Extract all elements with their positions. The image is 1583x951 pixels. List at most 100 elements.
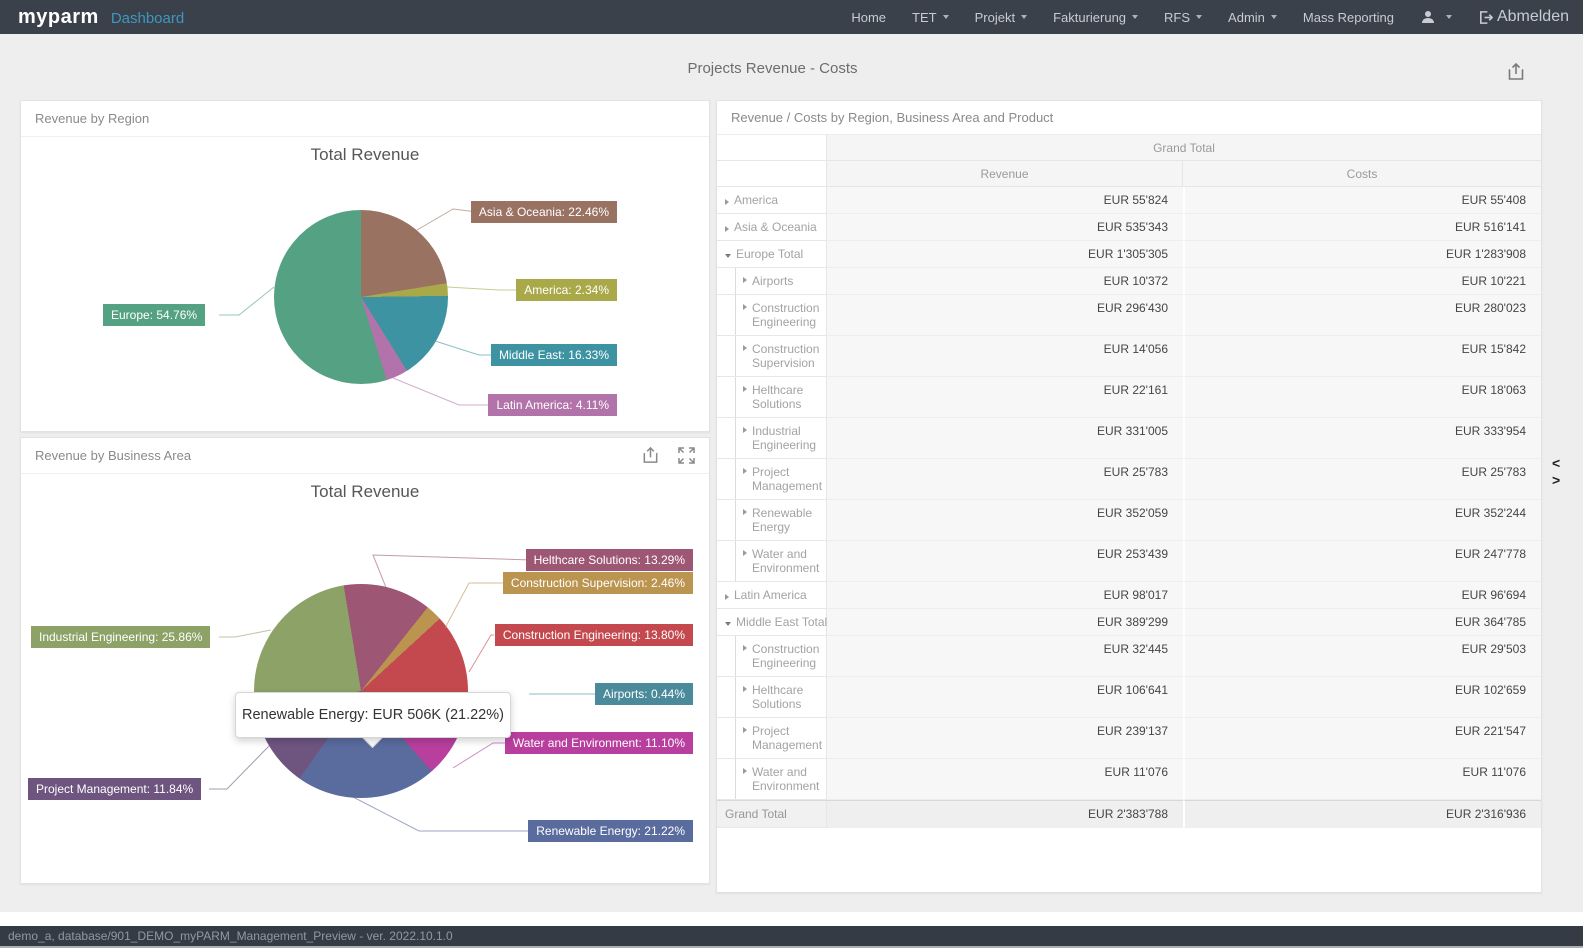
revenue-value: EUR 32'445 — [827, 636, 1183, 677]
page-export-icon[interactable] — [1506, 62, 1526, 82]
row-label-cell[interactable]: Water and Environment — [717, 541, 827, 582]
row-label-cell[interactable]: Renewable Energy — [717, 500, 827, 541]
row-label: Project Management — [752, 724, 824, 752]
row-label: Water and Environment — [752, 547, 824, 575]
slide-prev-chevron[interactable]: < — [1552, 456, 1560, 470]
table-row: Water and EnvironmentEUR 11'076EUR 11'07… — [717, 759, 1541, 800]
costs-value: EUR 55'408 — [1183, 187, 1541, 214]
table-row: Latin AmericaEUR 98'017EUR 96'694 — [717, 582, 1541, 609]
expand-icon[interactable] — [743, 727, 747, 733]
costs-value: EUR 364'785 — [1183, 609, 1541, 636]
row-label: Helthcare Solutions — [752, 383, 824, 411]
nav-item-projekt[interactable]: Projekt — [975, 10, 1027, 25]
row-label-cell[interactable]: Latin America — [717, 582, 827, 609]
costs-value: EUR 96'694 — [1183, 582, 1541, 609]
row-label-cell[interactable]: Project Management — [717, 718, 827, 759]
expand-icon[interactable] — [743, 550, 747, 556]
table-row: Renewable EnergyEUR 352'059EUR 352'244 — [717, 500, 1541, 541]
pie-slice-label: America: 2.34% — [516, 279, 617, 301]
collapse-icon[interactable] — [725, 622, 731, 626]
collapse-icon[interactable] — [725, 254, 731, 258]
nav-item-label: TET — [912, 10, 937, 25]
nav-item-rfs[interactable]: RFS — [1164, 10, 1202, 25]
logo-parm: parm — [48, 6, 99, 29]
row-label-cell[interactable]: Construction Engineering — [717, 295, 827, 336]
expand-icon[interactable] — [725, 199, 729, 205]
pie-slice-label: Water and Environment: 11.10% — [505, 732, 693, 754]
expand-icon[interactable] — [725, 226, 729, 232]
logout-button[interactable]: Abmelden — [1478, 8, 1569, 26]
expand-icon[interactable] — [725, 594, 729, 600]
row-label-cell[interactable]: Helthcare Solutions — [717, 377, 827, 418]
row-label-cell[interactable]: Airports — [717, 268, 827, 295]
nav-items: Home TET Projekt Fakturierung RFS Admin Mass R… — [851, 8, 1569, 26]
row-label-cell[interactable]: Water and Environment — [717, 759, 827, 800]
nav-item-label: Home — [851, 10, 886, 25]
expand-icon[interactable] — [743, 277, 747, 283]
slide-next-chevron[interactable]: > — [1552, 473, 1560, 487]
costs-value: EUR 221'547 — [1183, 718, 1541, 759]
row-label-cell: Grand Total — [717, 800, 827, 828]
logout-icon — [1478, 10, 1493, 25]
row-label-cell[interactable]: Construction Engineering — [717, 636, 827, 677]
status-bar: demo_a, database/901_DEMO_myPARM_Managem… — [0, 926, 1583, 946]
row-label-cell[interactable]: Asia & Oceania — [717, 214, 827, 241]
row-label: Helthcare Solutions — [752, 683, 824, 711]
row-label-cell[interactable]: Middle East Total — [717, 609, 827, 636]
revenue-value: EUR 22'161 — [827, 377, 1183, 418]
revenue-value: EUR 25'783 — [827, 459, 1183, 500]
costs-value: EUR 516'141 — [1183, 214, 1541, 241]
expand-icon[interactable] — [743, 686, 747, 692]
nav-item-label: Projekt — [975, 10, 1015, 25]
costs-value: EUR 2'316'936 — [1183, 800, 1541, 828]
nav-item-home[interactable]: Home — [851, 10, 886, 25]
panel-revenue-by-business-area: Revenue by Business Area Total Revenue H… — [20, 437, 710, 884]
table-row: Asia & OceaniaEUR 535'343EUR 516'141 — [717, 214, 1541, 241]
costs-value: EUR 29'503 — [1183, 636, 1541, 677]
row-label: Industrial Engineering — [752, 424, 824, 452]
nav-item-tet[interactable]: TET — [912, 10, 949, 25]
row-label: Construction Engineering — [752, 642, 824, 670]
panel-revenue-costs-table: Revenue / Costs by Region, Business Area… — [716, 100, 1542, 893]
table-title: Revenue / Costs by Region, Business Area… — [717, 101, 1541, 135]
costs-value: EUR 10'221 — [1183, 268, 1541, 295]
revenue-value: EUR 11'076 — [827, 759, 1183, 800]
costs-value: EUR 352'244 — [1183, 500, 1541, 541]
pie-slice-label: Europe: 54.76% — [103, 304, 205, 326]
row-label-cell[interactable]: Construction Supervision — [717, 336, 827, 377]
table-row: Construction SupervisionEUR 14'056EUR 15… — [717, 336, 1541, 377]
nav-item-mass-reporting[interactable]: Mass Reporting — [1303, 10, 1394, 25]
nav-item-admin[interactable]: Admin — [1228, 10, 1277, 25]
expand-icon[interactable] — [743, 509, 747, 515]
costs-value: EUR 280'023 — [1183, 295, 1541, 336]
row-label-cell[interactable]: Project Management — [717, 459, 827, 500]
pie-1[interactable] — [254, 584, 468, 798]
row-label-cell[interactable]: Europe Total — [717, 241, 827, 268]
row-label: Middle East Total — [736, 615, 827, 629]
expand-icon[interactable] — [743, 345, 747, 351]
row-label: Water and Environment — [752, 765, 824, 793]
costs-value: EUR 25'783 — [1183, 459, 1541, 500]
user-menu[interactable] — [1420, 9, 1452, 25]
page-titlebar: Projects Revenue - Costs — [0, 60, 1545, 78]
row-label-cell[interactable]: America — [717, 187, 827, 214]
costs-value: EUR 333'954 — [1183, 418, 1541, 459]
panel-revenue-by-region: Revenue by Region Total Revenue Asia & O… — [20, 100, 710, 432]
table-col-costs: Costs — [1183, 161, 1541, 187]
page-title: Projects Revenue - Costs — [687, 60, 857, 77]
row-label-cell[interactable]: Helthcare Solutions — [717, 677, 827, 718]
status-underline — [0, 946, 1583, 948]
user-icon — [1420, 9, 1436, 25]
expand-icon[interactable] — [743, 645, 747, 651]
app-logo[interactable]: myparm Dashboard — [18, 6, 184, 29]
nav-item-fakturierung[interactable]: Fakturierung — [1053, 10, 1138, 25]
expand-icon[interactable] — [743, 304, 747, 310]
expand-icon[interactable] — [743, 468, 747, 474]
nav-item-label: Fakturierung — [1053, 10, 1126, 25]
expand-icon[interactable] — [743, 386, 747, 392]
expand-icon[interactable] — [743, 768, 747, 774]
expand-icon[interactable] — [743, 427, 747, 433]
pie-0[interactable] — [274, 210, 448, 384]
row-label-cell[interactable]: Industrial Engineering — [717, 418, 827, 459]
revenue-value: EUR 239'137 — [827, 718, 1183, 759]
